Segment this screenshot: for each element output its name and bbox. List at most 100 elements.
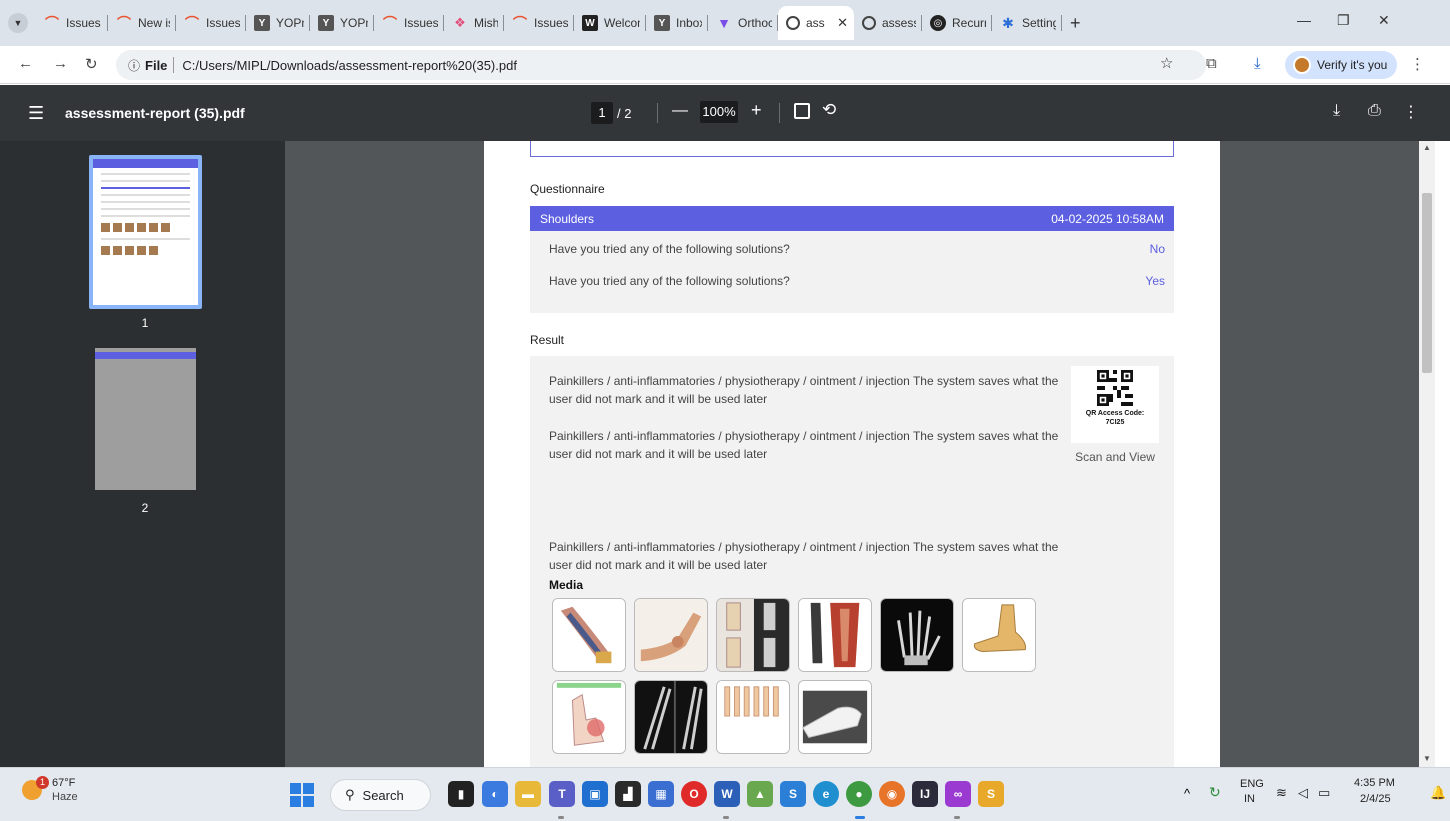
zoom-in-icon[interactable]: + <box>751 100 762 121</box>
store-icon[interactable]: ▣ <box>582 781 608 807</box>
sticky-notes-icon[interactable]: ▟ <box>615 781 641 807</box>
taskbar-search[interactable]: ⚲ Search <box>330 779 431 811</box>
hamburger-menu-icon[interactable]: ☰ <box>28 103 44 124</box>
notification-bell-icon[interactable]: 🔔 <box>1430 785 1446 801</box>
ide-icon[interactable]: IJ <box>912 781 938 807</box>
tab-search-button[interactable]: ▼ <box>8 13 28 33</box>
orange-favicon-icon: ⌒ <box>117 15 131 31</box>
file-explorer-icon[interactable]: ▬ <box>515 781 541 807</box>
thumbnail-line <box>101 238 190 240</box>
browser-tab[interactable]: Y YOPma <box>310 6 374 40</box>
page-total: / 2 <box>617 106 632 121</box>
tab-title: Issues - <box>206 16 240 30</box>
page-thumbnail-2[interactable] <box>95 348 196 490</box>
browser-tab[interactable]: ass ✕ <box>778 6 854 40</box>
browser-tab[interactable]: ⌒ Issues - <box>176 6 246 40</box>
teams-icon[interactable]: T <box>549 781 575 807</box>
zoom-level-input[interactable]: 100% <box>700 101 738 123</box>
page-number-input[interactable]: 1 <box>591 102 613 124</box>
close-window-icon[interactable]: ✕ <box>1378 12 1390 29</box>
extensions-icon[interactable]: ⧉ <box>1206 55 1217 72</box>
browser-tab[interactable]: W Welcon <box>574 6 646 40</box>
media-image-wrist-diagram[interactable] <box>552 680 626 754</box>
skype-icon[interactable]: S <box>780 781 806 807</box>
address-bar[interactable]: ⓘ File C:/Users/MIPL/Downloads/assessmen… <box>116 50 1206 80</box>
globe-favicon-icon <box>862 16 876 30</box>
sublime-icon[interactable]: S <box>978 781 1004 807</box>
start-button[interactable] <box>290 783 314 807</box>
verify-profile-button[interactable]: Verify it's you <box>1285 51 1397 79</box>
copilot-icon[interactable]: ◐ <box>482 781 508 807</box>
document-viewport[interactable]: Questionnaire Shoulders 04-02-2025 10:58… <box>285 141 1419 767</box>
firefox-icon[interactable]: ◉ <box>879 781 905 807</box>
language-region: IN <box>1244 793 1255 805</box>
browser-tab[interactable]: assessn <box>854 6 922 40</box>
print-icon[interactable]: ⎙ <box>1368 102 1381 120</box>
media-image-forearm-xray[interactable] <box>634 680 708 754</box>
tab-title: Issues - <box>534 16 568 30</box>
vertical-scrollbar[interactable]: ▲ ▼ <box>1419 141 1435 767</box>
media-image-arm-cast[interactable] <box>798 680 872 754</box>
back-icon[interactable]: ← <box>18 55 33 72</box>
volume-icon[interactable]: ◁ <box>1298 785 1308 801</box>
edge-icon[interactable]: e <box>813 781 839 807</box>
browser-tab[interactable]: Y YOPma <box>246 6 310 40</box>
scrollbar-thumb[interactable] <box>1422 193 1432 373</box>
download-icon[interactable]: ⤓ <box>1333 102 1340 120</box>
qr-code-value: 7CI25 <box>1105 419 1125 426</box>
url-text[interactable]: C:/Users/MIPL/Downloads/assessment-repor… <box>182 58 517 73</box>
browser-tab[interactable]: Y Inbox <box>646 6 708 40</box>
bookmark-star-icon[interactable]: ☆ <box>1160 54 1173 72</box>
browser-tab[interactable]: ⌒ Issues - <box>504 6 574 40</box>
opera-icon[interactable]: O <box>681 781 707 807</box>
language-indicator[interactable]: ENG <box>1240 778 1264 790</box>
forward-icon[interactable]: → <box>53 55 68 72</box>
reload-icon[interactable]: ↻ <box>85 55 98 73</box>
browser-tab[interactable]: ⌒ Issues - <box>374 6 444 40</box>
browser-tab[interactable]: ✱ Setting <box>992 6 1062 40</box>
zoom-out-icon[interactable]: — <box>672 102 688 120</box>
browser-tab[interactable]: ▼ Orthoc <box>708 6 778 40</box>
rotate-icon[interactable]: ⟲ <box>822 100 836 120</box>
minimize-icon[interactable]: — <box>1297 12 1311 28</box>
browser-tab[interactable]: ◎ Recurri <box>922 6 992 40</box>
chrome-icon[interactable]: ● <box>846 781 872 807</box>
thumbnail-header-bar <box>93 159 198 168</box>
sync-icon[interactable]: ↻ <box>1209 784 1221 801</box>
media-image-knee-xray[interactable] <box>716 598 790 672</box>
clock-time[interactable]: 4:35 PM <box>1354 777 1395 789</box>
thumbnail-sidebar: 1 2 <box>0 141 285 767</box>
fit-page-icon[interactable] <box>794 103 810 119</box>
new-tab-icon[interactable]: + <box>1070 13 1081 34</box>
word-icon[interactable]: W <box>714 781 740 807</box>
restore-icon[interactable]: ❐ <box>1337 12 1350 29</box>
media-image-foot-anatomy[interactable] <box>962 598 1036 672</box>
scroll-up-icon[interactable]: ▲ <box>1423 143 1431 152</box>
task-view-icon[interactable]: ▮ <box>448 781 474 807</box>
info-icon[interactable]: ⓘ <box>128 57 140 74</box>
browser-tab[interactable]: ❖ Misha <box>444 6 504 40</box>
misha-favicon-icon: ❖ <box>454 15 466 30</box>
calculator-icon[interactable]: ▦ <box>648 781 674 807</box>
media-image-hand-xray[interactable] <box>880 598 954 672</box>
browser-tab[interactable]: ⌒ Issues - <box>36 6 108 40</box>
browser-tab[interactable]: ⌒ New iss <box>108 6 176 40</box>
menu-kebab-icon[interactable]: ⋮ <box>1410 55 1425 73</box>
scroll-down-icon[interactable]: ▼ <box>1423 754 1431 763</box>
battery-icon[interactable]: ▭ <box>1318 785 1330 801</box>
answer-text: Yes <box>1145 274 1165 288</box>
media-image-elbow-photo[interactable] <box>634 598 708 672</box>
thumbnail-line <box>101 173 190 175</box>
image-editor-icon[interactable]: ▲ <box>747 781 773 807</box>
media-image-leg-muscle[interactable] <box>798 598 872 672</box>
page-thumbnail-1[interactable] <box>89 155 202 309</box>
media-image-bone-illustration[interactable] <box>716 680 790 754</box>
media-image-arm-anatomy[interactable] <box>552 598 626 672</box>
downloads-icon[interactable]: ⤓ <box>1254 55 1261 72</box>
more-options-icon[interactable]: ⋮ <box>1403 102 1419 122</box>
tray-chevron-up-icon[interactable]: ^ <box>1184 786 1190 801</box>
wifi-icon[interactable]: ≋ <box>1276 785 1287 801</box>
close-tab-icon[interactable]: ✕ <box>837 15 848 31</box>
yop-favicon-icon: Y <box>254 15 270 31</box>
app-icon[interactable]: ∞ <box>945 781 971 807</box>
